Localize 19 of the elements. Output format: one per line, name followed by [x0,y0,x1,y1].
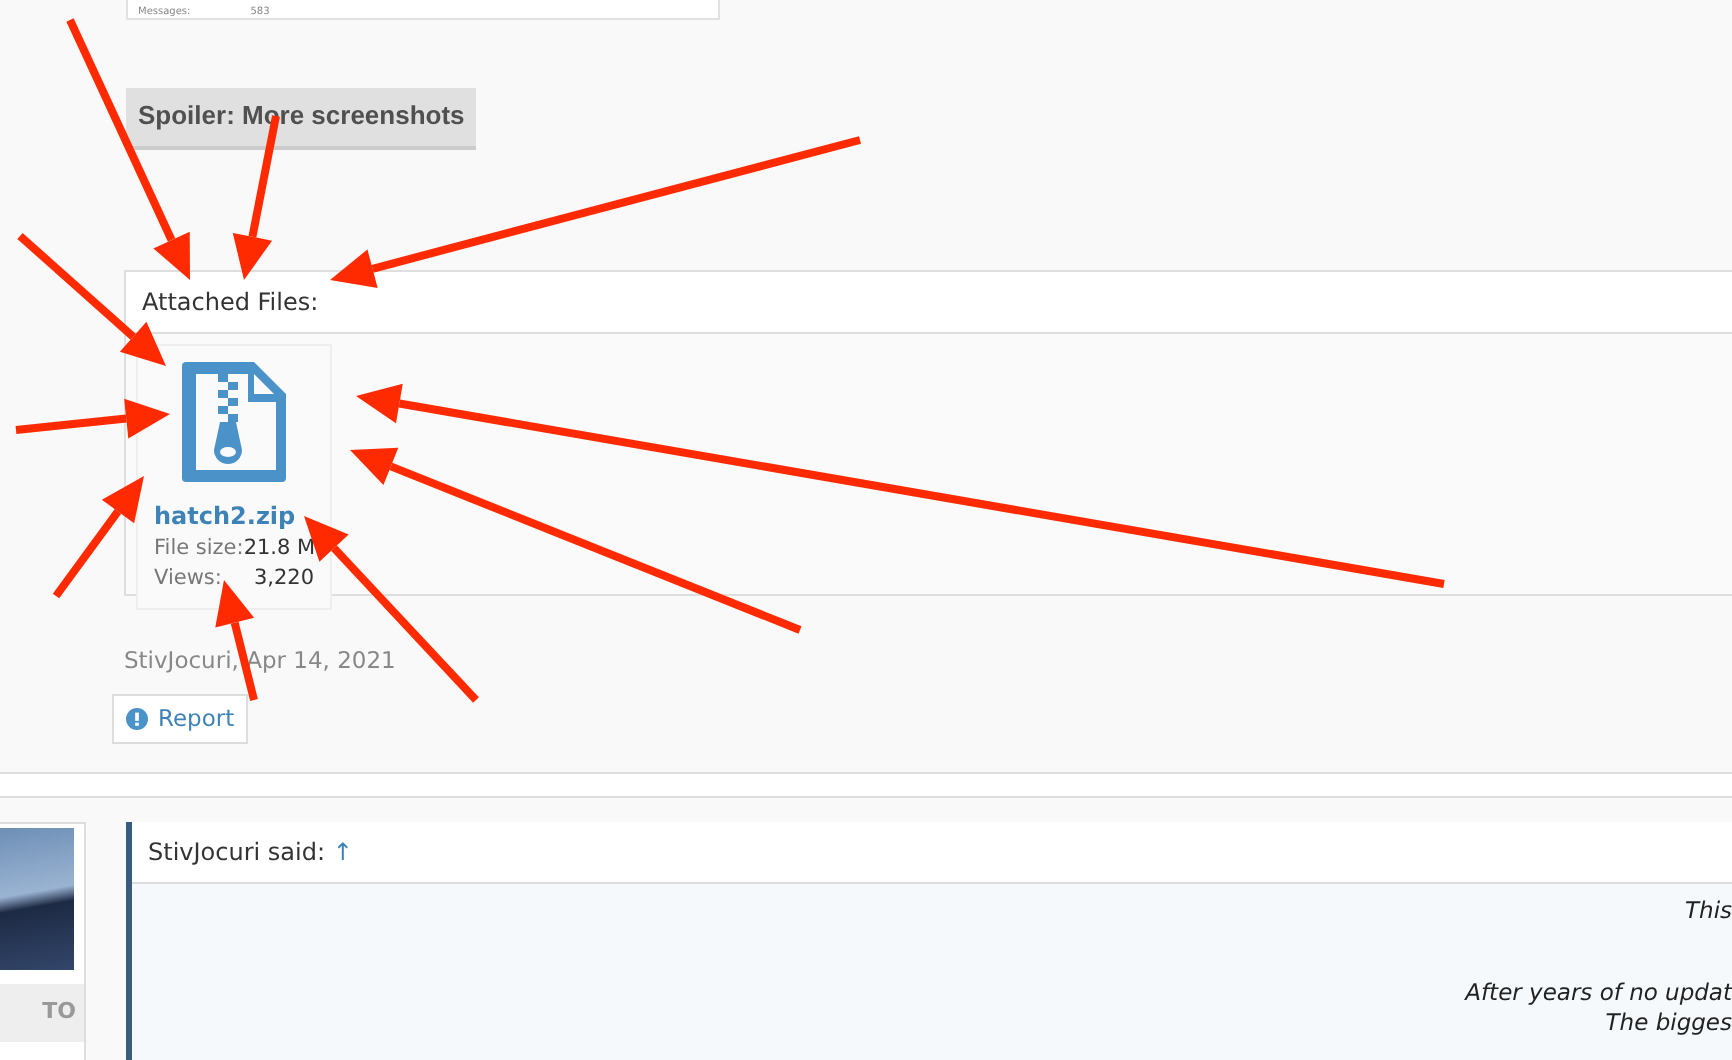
views-value: 3,220 [253,564,314,595]
attachment-tile[interactable]: hatch2.zip File size:21.8 M Views: 3,220 [136,343,332,610]
file-name-link[interactable]: hatch2.zip [154,497,314,533]
annotation-arrow [52,476,144,599]
alert-icon [126,707,148,730]
file-size-value: 21.8 M [243,533,316,563]
quote-author: StivJocuri said: [148,838,328,866]
file-size-label: File size: [154,533,244,563]
user-title: TO [0,984,84,1041]
quote-text: The bigges [1603,1007,1732,1038]
quote-text: This [1683,896,1732,926]
report-button[interactable]: Report [112,693,249,744]
zip-file-icon [178,357,290,485]
views-label: Views: [154,564,222,595]
post-author-date: StivJocuri, Apr 14, 2021 [124,643,398,677]
attachments-title: Attached Files: [126,271,1732,333]
quote-text: After years of no updat [1462,977,1732,1008]
jump-link[interactable]: ↑ [332,838,353,866]
avatar-photo-placeholder [0,828,74,970]
